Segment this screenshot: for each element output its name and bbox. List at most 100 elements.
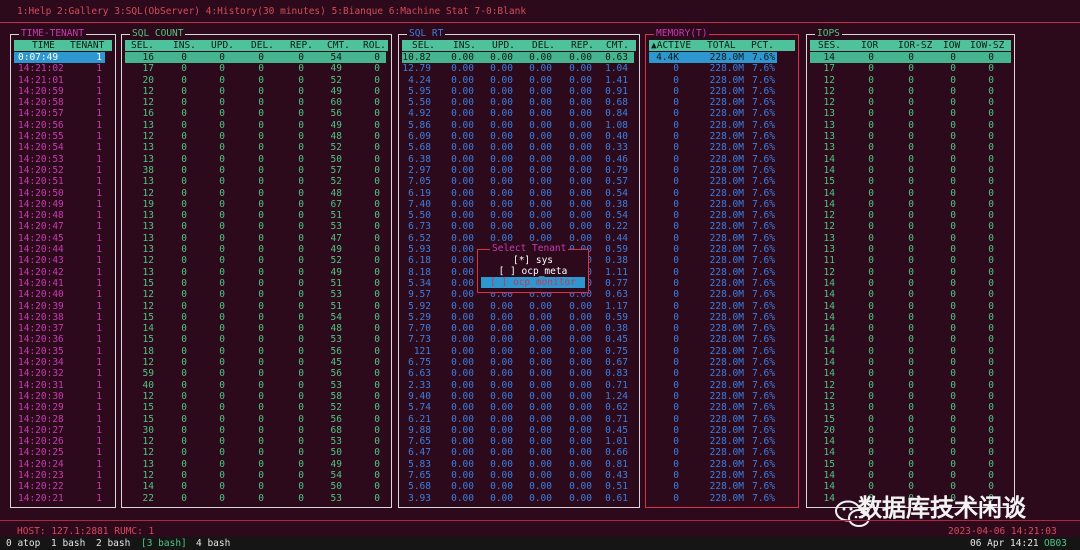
table-row[interactable]: 12 0 0 0 0 [810, 267, 1011, 278]
table-row[interactable]: 0 228.0M 7.6% [649, 75, 795, 86]
table-row[interactable]: 16 0 0 0 0 56 0 [125, 108, 388, 119]
table-row[interactable]: 11 0 0 0 0 [810, 255, 1011, 266]
table-row[interactable]: 12 0 0 0 0 [810, 391, 1011, 402]
table-row[interactable]: 0 228.0M 7.6% [649, 142, 795, 153]
table-row[interactable]: 12 0 0 0 0 51 0 [125, 301, 388, 312]
table-row[interactable]: 0 228.0M 7.6% [649, 278, 795, 289]
table-row[interactable]: 13 0 0 0 0 [810, 142, 1011, 153]
table-row[interactable]: 14:20:35 1 [14, 346, 112, 357]
table-row[interactable]: 14:20:31 1 [14, 380, 112, 391]
table-row[interactable]: 0 228.0M 7.6% [649, 334, 795, 345]
table-row[interactable]: 0 228.0M 7.6% [649, 86, 795, 97]
table-row[interactable]: 12 0 0 0 0 60 0 [125, 97, 388, 108]
table-row[interactable]: 7.73 0.00 0.00 0.00 0.00 0.45 [402, 334, 636, 345]
table-row[interactable]: 14 0 0 0 0 [810, 436, 1011, 447]
table-row[interactable]: 0 228.0M 7.6% [649, 188, 795, 199]
table-row[interactable]: 0 228.0M 7.6% [649, 346, 795, 357]
table-row[interactable]: 5.74 0.00 0.00 0.00 0.00 0.62 [402, 402, 636, 413]
column-header[interactable]: DEL. [251, 40, 274, 51]
column-header[interactable]: SEL. [131, 40, 154, 51]
table-row[interactable]: 14:20:28 1 [14, 414, 112, 425]
table-row[interactable]: 13 0 0 0 0 [810, 131, 1011, 142]
table-row[interactable]: 14:20:22 1 [14, 481, 112, 492]
table-row[interactable]: 13 0 0 0 0 49 0 [125, 267, 388, 278]
table-row[interactable]: 7.70 0.00 0.00 0.00 0.00 0.38 [402, 323, 636, 334]
table-row[interactable]: 0 228.0M 7.6% [649, 493, 795, 504]
table-row[interactable]: 14 0 0 0 0 50 0 [125, 481, 388, 492]
table-row[interactable]: 12 0 0 0 0 [810, 221, 1011, 232]
table-row[interactable]: 12 0 0 0 0 [810, 380, 1011, 391]
tenant-option-ocp-meta[interactable]: [ ] ocp_meta [481, 266, 585, 277]
table-row[interactable]: 0 228.0M 7.6% [649, 176, 795, 187]
table-row[interactable]: 0 228.0M 7.6% [649, 244, 795, 255]
column-header[interactable]: IOR [861, 40, 878, 51]
table-row[interactable]: 12 0 0 0 0 45 0 [125, 357, 388, 368]
table-row[interactable]: 14:20:37 1 [14, 323, 112, 334]
table-row[interactable]: 5.50 0.00 0.00 0.00 0.00 0.68 [402, 97, 636, 108]
table-row[interactable]: 14 0 0 0 0 [810, 368, 1011, 379]
table-row[interactable]: 14 0 0 0 0 [810, 312, 1011, 323]
table-row[interactable]: 13 0 0 0 0 [810, 402, 1011, 413]
table-row[interactable]: 12 0 0 0 0 50 0 [125, 447, 388, 458]
table-row[interactable]: 15 0 0 0 0 51 0 [125, 278, 388, 289]
table-row[interactable]: 13 0 0 0 0 49 0 [125, 120, 388, 131]
table-row[interactable]: 0 228.0M 7.6% [649, 120, 795, 131]
table-row[interactable]: 0 228.0M 7.6% [649, 63, 795, 74]
table-row[interactable]: 12 0 0 0 0 [810, 210, 1011, 221]
table-row[interactable]: 14:20:59 1 [14, 86, 112, 97]
table-row[interactable]: 14:20:39 1 [14, 301, 112, 312]
table-row[interactable]: 13 0 0 0 0 [810, 244, 1011, 255]
table-row[interactable]: 0 228.0M 7.6% [649, 108, 795, 119]
table-row[interactable]: 14:20:25 1 [14, 447, 112, 458]
tenant-option-sys[interactable]: [*] sys [481, 255, 585, 266]
table-row[interactable]: 17 0 0 0 0 49 0 [125, 63, 388, 74]
table-row[interactable]: 2.97 0.00 0.00 0.00 0.00 0.79 [402, 165, 636, 176]
table-row[interactable]: 5.83 0.00 0.00 0.00 0.00 0.81 [402, 459, 636, 470]
table-row[interactable]: 15 0 0 0 0 [810, 414, 1011, 425]
table-row[interactable]: 0 228.0M 7.6% [649, 357, 795, 368]
table-row[interactable]: 14:20:24 1 [14, 459, 112, 470]
column-header[interactable]: PCT. [751, 40, 774, 51]
table-row[interactable]: 14 0 0 0 0 [810, 346, 1011, 357]
table-row[interactable]: 4.92 0.00 0.00 0.00 0.00 0.84 [402, 108, 636, 119]
table-row[interactable]: 6.21 0.00 0.00 0.00 0.00 0.71 [402, 414, 636, 425]
table-row[interactable]: 0 228.0M 7.6% [649, 414, 795, 425]
column-header[interactable]: DEL. [532, 40, 555, 51]
table-row[interactable]: 19 0 0 0 0 67 0 [125, 199, 388, 210]
table-row-selected[interactable]: 4.4K 228.0M 7.6% [649, 52, 795, 63]
table-row[interactable]: 15 0 0 0 0 54 0 [125, 312, 388, 323]
table-row[interactable]: 0 228.0M 7.6% [649, 391, 795, 402]
table-row[interactable]: 15 0 0 0 0 [810, 459, 1011, 470]
table-row[interactable]: 14:20:27 1 [14, 425, 112, 436]
table-row[interactable]: 7.05 0.00 0.00 0.00 0.00 0.57 [402, 176, 636, 187]
table-row[interactable]: 5.92 0.00 0.00 0.00 0.00 1.17 [402, 301, 636, 312]
column-header[interactable]: REP. [571, 40, 594, 51]
table-row[interactable]: 17 0 0 0 0 [810, 63, 1011, 74]
table-row[interactable]: 6.73 0.00 0.00 0.00 0.00 0.22 [402, 221, 636, 232]
table-row[interactable]: 7.65 0.00 0.00 0.00 0.00 0.43 [402, 470, 636, 481]
column-header[interactable]: TENANT [70, 40, 104, 51]
table-row[interactable]: 4.24 0.00 0.00 0.00 0.00 1.41 [402, 75, 636, 86]
table-row[interactable]: 14:20:29 1 [14, 402, 112, 413]
table-row[interactable]: 14 0 0 0 0 [810, 165, 1011, 176]
table-row[interactable]: 0 228.0M 7.6% [649, 154, 795, 165]
table-row[interactable]: 7.40 0.00 0.00 0.00 0.00 0.38 [402, 199, 636, 210]
table-row[interactable]: 14:20:43 1 [14, 255, 112, 266]
table-row[interactable]: 14:20:51 1 [14, 176, 112, 187]
table-row[interactable]: 6.75 0.00 0.00 0.00 0.00 0.67 [402, 357, 636, 368]
table-row[interactable]: 30 0 0 0 0 68 0 [125, 425, 388, 436]
table-row[interactable]: 13 0 0 0 0 52 0 [125, 142, 388, 153]
table-row[interactable]: 14:20:58 1 [14, 97, 112, 108]
table-row[interactable]: 12 0 0 0 0 48 0 [125, 131, 388, 142]
table-row[interactable]: 14:21:02 1 [14, 63, 112, 74]
table-row[interactable]: 2.33 0.00 0.00 0.00 0.00 0.71 [402, 380, 636, 391]
table-row[interactable]: 0 228.0M 7.6% [649, 402, 795, 413]
table-row[interactable]: 38 0 0 0 0 57 0 [125, 165, 388, 176]
table-row[interactable]: 14 0 0 0 0 [810, 334, 1011, 345]
column-header[interactable]: TOTAL [707, 40, 736, 51]
column-header[interactable]: REP. [290, 40, 313, 51]
table-row[interactable]: 15 0 0 0 0 [810, 176, 1011, 187]
table-row[interactable]: 6.47 0.00 0.00 0.00 0.00 0.66 [402, 447, 636, 458]
tmux-window-4[interactable]: 4 bash [196, 538, 230, 549]
column-header[interactable]: IOR-SZ [898, 40, 932, 51]
